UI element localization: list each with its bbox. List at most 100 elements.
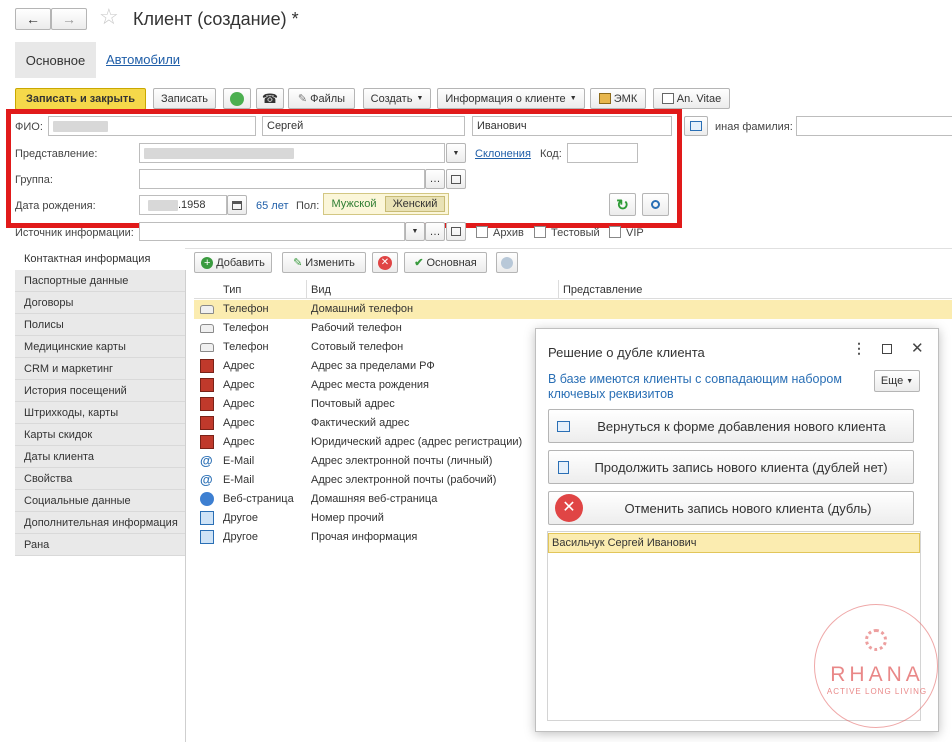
last-name-field[interactable] bbox=[48, 116, 256, 136]
other-surname-field[interactable] bbox=[796, 116, 952, 136]
save-close-button[interactable]: Записать и закрыть bbox=[15, 88, 146, 110]
side-tab-discount-cards[interactable]: Карты скидок bbox=[15, 424, 185, 446]
search-icon bbox=[651, 200, 660, 209]
tab-cars[interactable]: Автомобили bbox=[106, 52, 180, 67]
dropdown-arrow-icon: ▼ bbox=[416, 95, 424, 102]
code-field[interactable] bbox=[567, 143, 638, 163]
source-open-button[interactable] bbox=[446, 222, 466, 241]
repr-field[interactable] bbox=[139, 143, 445, 163]
cell-type: E-Mail bbox=[223, 455, 255, 467]
test-label: Тестовый bbox=[551, 227, 600, 239]
files-button[interactable]: ✎ Файлы bbox=[288, 88, 355, 109]
fio-extra-button[interactable] bbox=[684, 116, 708, 136]
first-name-field[interactable]: Сергей bbox=[262, 116, 465, 136]
continue-save-button[interactable]: Продолжить запись нового клиента (дублей… bbox=[548, 450, 914, 484]
table-row[interactable]: Телефон Домашний телефон bbox=[194, 300, 952, 319]
cell-type: Другое bbox=[223, 512, 258, 524]
side-tab-social[interactable]: Социальные данные bbox=[15, 490, 185, 512]
repr-dropdown-button[interactable]: ▼ bbox=[446, 143, 466, 163]
return-icon bbox=[557, 420, 570, 432]
dialog-menu-icon[interactable]: ⋮ bbox=[852, 340, 866, 357]
group-label: Группа: bbox=[15, 174, 53, 186]
save-button[interactable]: Записать bbox=[153, 88, 216, 109]
age-text: 65 лет bbox=[256, 200, 289, 212]
col-divider bbox=[306, 280, 307, 299]
group-field[interactable] bbox=[139, 169, 425, 189]
primary-contact-button[interactable]: ✔ Основная bbox=[404, 252, 487, 273]
tab-main[interactable]: Основное bbox=[15, 42, 96, 78]
dialog-close-icon[interactable]: ✕ bbox=[911, 339, 924, 357]
address-icon bbox=[200, 416, 214, 430]
email-icon: @ bbox=[200, 453, 213, 468]
birth-date-field[interactable]: .1958 bbox=[139, 195, 227, 215]
side-tab-crm[interactable]: CRM и маркетинг bbox=[15, 358, 185, 380]
client-info-button[interactable]: Информация о клиенте ▼ bbox=[437, 88, 585, 109]
archive-label: Архив bbox=[493, 227, 524, 239]
skype-button[interactable] bbox=[496, 252, 518, 273]
side-tab-properties[interactable]: Свойства bbox=[15, 468, 185, 490]
forward-button[interactable]: → bbox=[51, 8, 87, 30]
side-tab-client-dates[interactable]: Даты клиента bbox=[15, 446, 185, 468]
vip-checkbox[interactable] bbox=[609, 226, 621, 238]
side-tab-medical-cards[interactable]: Медицинские карты bbox=[15, 336, 185, 358]
cell-kind: Домашняя веб-страница bbox=[311, 493, 438, 505]
sex-female-option[interactable]: Женский bbox=[385, 196, 445, 212]
source-field[interactable] bbox=[139, 222, 405, 241]
back-button[interactable]: ← bbox=[15, 8, 51, 30]
return-to-form-button[interactable]: Вернуться к форме добавления нового клие… bbox=[548, 409, 914, 443]
cell-kind: Адрес электронной почты (рабочий) bbox=[311, 474, 497, 486]
search-button[interactable] bbox=[642, 193, 669, 216]
favorite-star-icon[interactable]: ☆ bbox=[99, 4, 119, 30]
side-tab-barcodes[interactable]: Штрихкоды, карты bbox=[15, 402, 185, 424]
calendar-button[interactable] bbox=[227, 195, 247, 215]
ellipsis-icon: … bbox=[429, 225, 441, 238]
side-tab-passport[interactable]: Паспортные данные bbox=[15, 270, 185, 292]
dialog-maximize-icon[interactable] bbox=[882, 344, 892, 354]
col-repr-header: Представление bbox=[563, 284, 643, 296]
brand-watermark-logo: RHANA ACTIVE LONG LIVING bbox=[814, 604, 938, 728]
edit-contact-button[interactable]: ✎ Изменить bbox=[282, 252, 366, 273]
cell-type: Адрес bbox=[223, 360, 255, 372]
side-tab-wound[interactable]: Рана bbox=[15, 534, 185, 556]
add-contact-button[interactable]: + Добавить bbox=[194, 252, 272, 273]
cell-kind: Фактический адрес bbox=[311, 417, 410, 429]
side-tab-policies[interactable]: Полисы bbox=[15, 314, 185, 336]
cell-kind: Адрес места рождения bbox=[311, 379, 429, 391]
emk-button[interactable]: ЭМК bbox=[590, 88, 646, 109]
vitae-button[interactable]: An. Vitae bbox=[653, 88, 730, 109]
primary-check-icon: ✔ bbox=[414, 257, 424, 269]
phone-icon bbox=[200, 324, 214, 333]
source-dropdown-button[interactable]: ▼ bbox=[405, 222, 425, 241]
call-button[interactable] bbox=[223, 88, 251, 109]
test-checkbox[interactable] bbox=[534, 226, 546, 238]
source-select-button[interactable]: … bbox=[425, 222, 445, 241]
open-window-icon bbox=[451, 227, 461, 236]
side-tabs-border bbox=[185, 270, 186, 742]
delete-contact-button[interactable]: ✕ bbox=[372, 252, 398, 273]
side-tab-contact-info[interactable]: Контактная информация bbox=[15, 248, 185, 270]
save-doc-icon bbox=[558, 460, 569, 474]
repr-label: Представление: bbox=[15, 148, 98, 160]
group-select-button[interactable]: … bbox=[425, 169, 445, 189]
brand-tagline: ACTIVE LONG LIVING bbox=[826, 687, 928, 696]
patronymic-field[interactable]: Иванович bbox=[472, 116, 672, 136]
side-tab-contracts[interactable]: Договоры bbox=[15, 292, 185, 314]
archive-checkbox[interactable] bbox=[476, 226, 488, 238]
side-tab-additional-info[interactable]: Дополнительная информация bbox=[15, 512, 185, 534]
fio-label: ФИО: bbox=[15, 121, 43, 133]
sex-male-option[interactable]: Мужской bbox=[326, 196, 382, 212]
phone-button[interactable]: ☎ bbox=[256, 88, 284, 109]
vitae-label: An. Vitae bbox=[676, 92, 722, 105]
cancel-save-button[interactable]: ✕ Отменить запись нового клиента (дубль) bbox=[548, 491, 914, 525]
vip-label: VIP bbox=[626, 227, 644, 239]
create-label: Создать bbox=[370, 92, 413, 105]
side-tab-visits[interactable]: История посещений bbox=[15, 380, 185, 402]
cell-type: Адрес bbox=[223, 436, 255, 448]
cell-kind: Прочая информация bbox=[311, 531, 418, 543]
duplicate-list-item[interactable]: Васильчук Сергей Иванович bbox=[548, 533, 920, 553]
create-button[interactable]: Создать ▼ bbox=[363, 88, 431, 109]
declension-link[interactable]: Склонения bbox=[475, 148, 531, 160]
dialog-more-button[interactable]: Еще ▼ bbox=[874, 370, 920, 392]
group-open-button[interactable] bbox=[446, 169, 466, 189]
refresh-button[interactable]: ↻ bbox=[609, 193, 636, 216]
